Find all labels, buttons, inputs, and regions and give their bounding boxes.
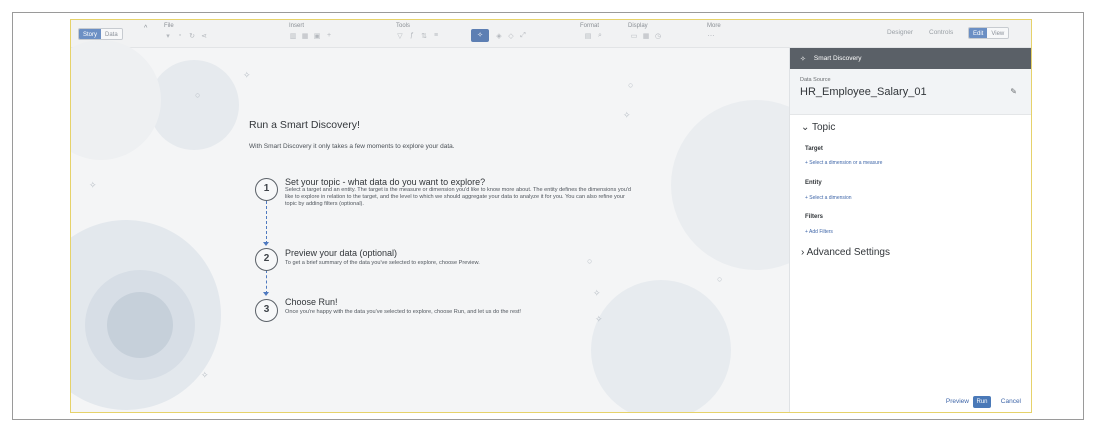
data-tab[interactable]: Data [101, 29, 122, 39]
chart-icon[interactable]: ▥ [289, 32, 297, 40]
story-app: Story Data ^ File ▾ ▫ ↻ ⋖ Insert ▥ ▦ ▣ +… [70, 19, 1032, 413]
image-icon[interactable]: ▣ [313, 32, 321, 40]
refresh-icon[interactable]: ↻ [188, 32, 196, 40]
step-title: Preview your data (optional) [285, 248, 398, 258]
step-title: Set your topic - what data do you want t… [285, 177, 486, 187]
edit-view-switch: Edit View [968, 27, 1010, 39]
add-filters-link[interactable]: + Add Filters [805, 229, 833, 235]
filter-icon[interactable]: ▽ [396, 32, 404, 40]
file-group-label: File [164, 23, 174, 29]
topic-label: Topic [812, 122, 836, 133]
topic-section-toggle[interactable]: ⌄ Topic [801, 122, 835, 133]
panel-footer: Preview Run Cancel [790, 392, 1031, 412]
grid-icon[interactable]: ▦ [642, 32, 650, 40]
tools-more-icons: ◈ ◇ ⤢ [495, 32, 527, 40]
link-icon[interactable]: ⤢ [519, 32, 527, 40]
smart-insights-icon[interactable]: ◈ [495, 32, 503, 40]
insert-group-label: Insert [289, 23, 305, 29]
ranking-icon[interactable]: ≡ [432, 32, 440, 40]
page-title: Run a Smart Discovery! [249, 119, 360, 131]
step-number: 3 [255, 299, 278, 322]
add-icon[interactable]: + [325, 32, 333, 40]
decor-circle [107, 292, 173, 358]
more-group-label: More [707, 23, 721, 29]
display-group-icons: ▭ ▦ ◷ [630, 32, 662, 40]
file-group-icons: ▾ ▫ ↻ ⋖ [164, 32, 208, 40]
step-description: Once you're happy with the data you've s… [285, 309, 521, 315]
panel-title: Smart Discovery [813, 55, 862, 62]
story-tab[interactable]: Story [79, 29, 102, 39]
search-icon[interactable]: ⌕ [596, 32, 604, 40]
format-group-icons: ▤ ⌕ [584, 32, 604, 40]
save-icon[interactable]: ▾ [164, 32, 172, 40]
more-icon[interactable]: ⋯ [707, 32, 715, 40]
copy-icon[interactable]: ▫ [176, 32, 184, 40]
ring-icon: ○ [628, 80, 634, 90]
step-connector [266, 201, 267, 244]
edit-mode-button[interactable]: Edit [969, 28, 988, 38]
smart-discovery-panel: ✧ Smart Discovery Data Source HR_Employe… [789, 48, 1031, 412]
cancel-button[interactable]: Cancel [1001, 398, 1021, 405]
sparkle-icon: ✧ [623, 110, 631, 120]
view-mode-button[interactable]: View [987, 28, 1009, 38]
advanced-settings-label: Advanced Settings [806, 247, 890, 258]
chevron-down-icon: ⌄ [801, 122, 810, 133]
controls-button[interactable]: Controls [929, 29, 953, 36]
clock-icon[interactable]: ◷ [654, 32, 662, 40]
data-source-value: HR_Employee_Salary_01 [800, 86, 927, 98]
sort-icon[interactable]: ⇅ [420, 32, 428, 40]
run-button[interactable]: Run [973, 396, 991, 408]
step-description: To get a brief summary of the data you'v… [285, 260, 480, 266]
smart-discovery-icon[interactable]: ✧ [471, 29, 489, 42]
share-icon[interactable]: ⋖ [200, 32, 208, 40]
data-source-label: Data Source [800, 77, 831, 83]
story-data-switch: Story Data [78, 28, 123, 40]
ring-icon: ○ [717, 274, 723, 284]
chevron-right-icon: › [801, 247, 805, 258]
table-icon[interactable]: ▦ [301, 32, 309, 40]
smart-discovery-icon: ✧ [800, 55, 806, 63]
toolbar: Story Data ^ File ▾ ▫ ↻ ⋖ Insert ▥ ▦ ▣ +… [71, 20, 1031, 48]
step-arrow [263, 242, 269, 246]
designer-button[interactable]: Designer [887, 29, 913, 36]
tools-group-icons: ▽ ƒ ⇅ ≡ [396, 32, 440, 40]
step-description: Select a target and an entity. The targe… [285, 187, 632, 207]
insert-group-icons: ▥ ▦ ▣ + [289, 32, 333, 40]
collapse-toolbar-icon[interactable]: ^ [144, 25, 147, 32]
more-group-icons: ⋯ [707, 32, 715, 40]
step-number: 1 [255, 178, 278, 201]
pencil-icon[interactable]: ✎ [1010, 87, 1017, 96]
select-entity-link[interactable]: + Select a dimension [805, 195, 852, 201]
decor-circle [149, 60, 239, 150]
target-label: Target [805, 146, 823, 152]
sparkle-icon: ✧ [593, 288, 601, 298]
display-group-label: Display [628, 23, 648, 29]
step-title: Choose Run! [285, 297, 338, 307]
data-source-section: Data Source HR_Employee_Salary_01 ✎ [790, 69, 1031, 115]
geo-icon[interactable]: ◇ [507, 32, 515, 40]
entity-label: Entity [805, 180, 822, 186]
decor-circle [591, 280, 731, 412]
sparkle-icon: ✧ [89, 180, 97, 190]
comment-icon[interactable]: ▭ [630, 32, 638, 40]
advanced-settings-toggle[interactable]: › Advanced Settings [801, 247, 890, 258]
filters-label: Filters [805, 214, 824, 220]
preview-button[interactable]: Preview [946, 398, 969, 405]
panel-header: ✧ Smart Discovery [790, 48, 1031, 69]
step-connector [266, 270, 267, 294]
decor-circle [71, 40, 161, 160]
select-target-link[interactable]: + Select a dimension or a measure [805, 160, 882, 166]
styling-icon[interactable]: ▤ [584, 32, 592, 40]
formula-icon[interactable]: ƒ [408, 32, 416, 40]
tools-group-label: Tools [396, 23, 411, 29]
step-arrow [263, 292, 269, 296]
format-group-label: Format [580, 23, 600, 29]
step-number: 2 [255, 248, 278, 271]
ring-icon: ○ [195, 90, 201, 100]
page-subtitle: With Smart Discovery it only takes a few… [249, 143, 455, 150]
sparkle-icon: ✧ [201, 370, 209, 380]
sparkle-icon: ✧ [243, 70, 251, 80]
